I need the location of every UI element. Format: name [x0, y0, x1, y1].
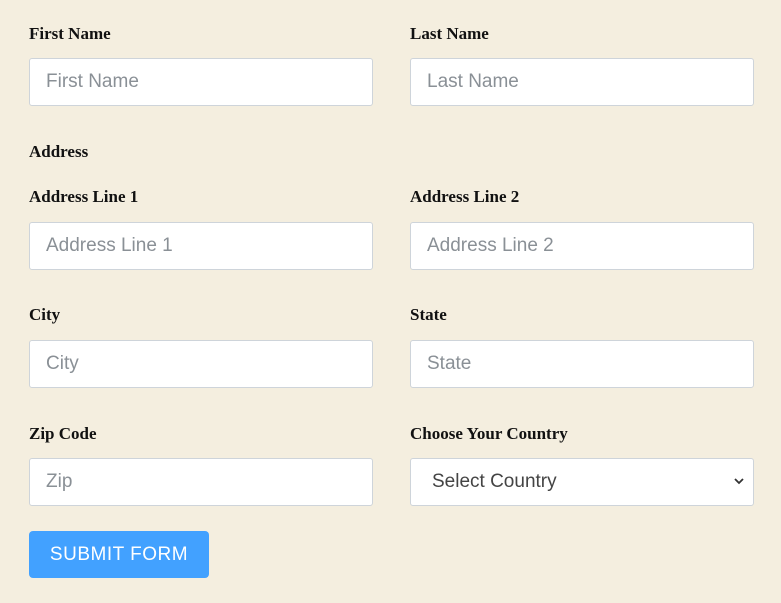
first-name-label: First Name — [29, 24, 111, 43]
first-name-input[interactable] — [29, 58, 373, 106]
address-line1-input[interactable] — [29, 222, 373, 270]
country-select[interactable]: Select Country — [410, 458, 754, 506]
country-select-value: Select Country — [432, 471, 557, 492]
state-input[interactable] — [410, 340, 754, 388]
submit-button[interactable]: SUBMIT FORM — [29, 531, 209, 578]
last-name-input[interactable] — [410, 58, 754, 106]
state-label: State — [410, 305, 447, 324]
country-label: Choose Your Country — [410, 424, 568, 443]
last-name-label: Last Name — [410, 24, 489, 43]
chevron-down-icon — [733, 475, 745, 490]
address-line1-label: Address Line 1 — [29, 187, 139, 206]
address-heading: Address — [29, 142, 89, 161]
zip-input[interactable] — [29, 458, 373, 506]
city-label: City — [29, 305, 61, 324]
address-line2-label: Address Line 2 — [410, 187, 520, 206]
zip-label: Zip Code — [29, 424, 97, 443]
address-line2-input[interactable] — [410, 222, 754, 270]
city-input[interactable] — [29, 340, 373, 388]
